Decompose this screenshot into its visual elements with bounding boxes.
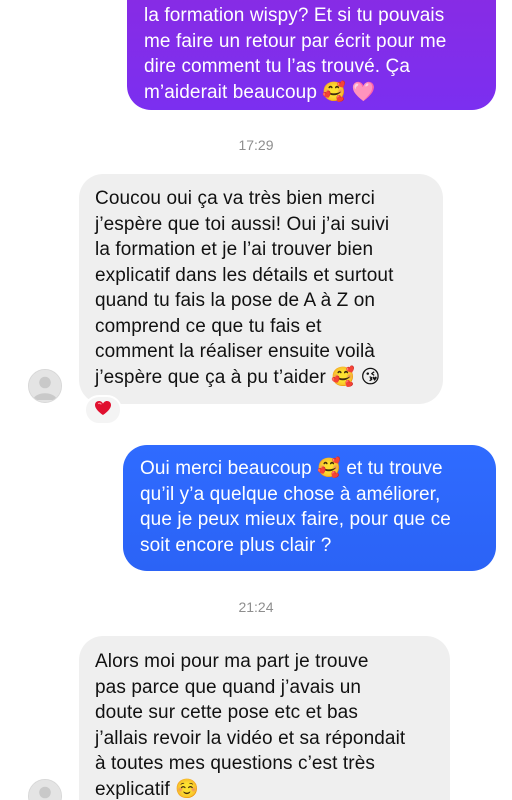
contact-avatar-icon[interactable] [28,779,62,800]
outgoing-message-bubble[interactable]: Oui merci beaucoup 🥰 et tu trouve qu’il … [123,445,496,571]
contact-avatar-icon[interactable] [28,369,62,403]
default-avatar-icon [29,780,61,800]
timestamp: 17:29 [238,137,274,153]
default-avatar-icon [29,370,61,402]
incoming-message-bubble[interactable]: Alors moi pour ma part je trouve pas par… [79,636,450,800]
timestamp: 21:24 [238,599,274,615]
message-thread: la formation wispy? Et si tu pouvais me … [0,0,512,800]
heart-icon [94,400,112,421]
incoming-message-bubble[interactable]: Coucou oui ça va très bien merci j’espèr… [79,174,443,404]
outgoing-message-bubble[interactable]: la formation wispy? Et si tu pouvais me … [127,0,496,110]
message-reaction[interactable] [84,395,122,425]
